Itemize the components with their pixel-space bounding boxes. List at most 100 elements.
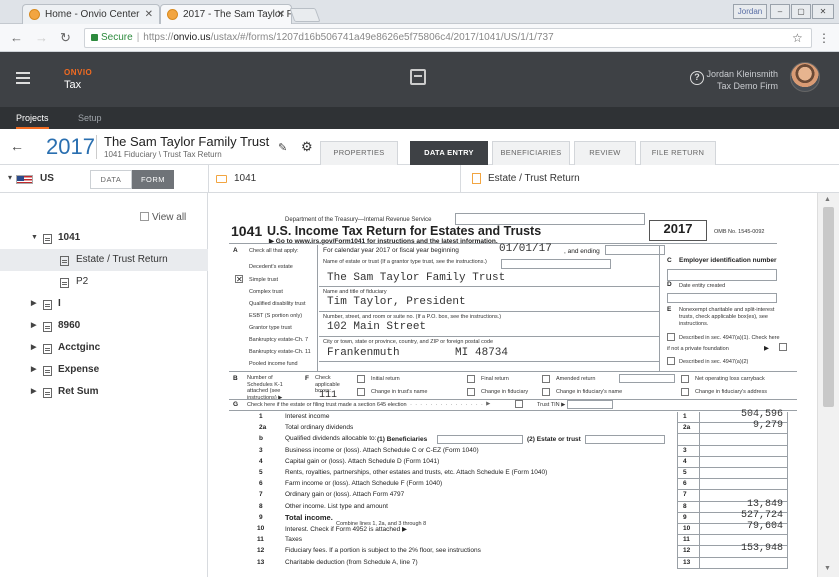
minimize-icon[interactable]: ‒ [770,4,790,19]
chevron-down-icon[interactable]: ▼ [31,227,38,249]
tree-item-i[interactable]: ▶ I [0,293,208,315]
g-label: Check here if the estate or filing trust… [247,402,407,408]
amended-return-checkbox[interactable] [542,375,550,383]
browser-menu-icon[interactable]: ⋮ [818,29,830,47]
section-645-checkbox[interactable] [515,400,523,408]
zip[interactable]: 48734 [475,347,508,359]
form-1041-view: Department of the Treasury—Internal Reve… [209,193,817,577]
nol-carryback-checkbox[interactable] [681,375,689,383]
line-amount-input[interactable]: 153,948 [703,543,783,554]
view-all-checkbox[interactable]: View all [140,212,186,223]
line-number: b [259,435,263,443]
trust-tin-input[interactable] [567,400,613,409]
scroll-thumb[interactable] [823,207,834,407]
fiduciary-name[interactable]: Tim Taylor, President [327,296,466,308]
chevron-right-icon[interactable]: ▶ [31,315,36,337]
line-amount-input[interactable]: 9,279 [703,420,783,431]
form-mode-button[interactable]: FORM [132,170,174,189]
initial-return-checkbox[interactable] [357,375,365,383]
back-arrow-icon[interactable]: ← [10,138,24,154]
tab-properties[interactable]: PROPERTIES [320,141,398,165]
line-number: 7 [259,491,263,499]
reload-icon[interactable]: ↻ [60,29,71,47]
help-icon[interactable]: ? [690,71,704,85]
change-fiduciary-checkbox[interactable] [467,388,475,396]
date-created-input[interactable] [667,293,777,303]
trust-name[interactable]: The Sam Taylor Family Trust [327,272,505,284]
data-mode-button[interactable]: DATA [90,170,132,189]
state[interactable]: MI [455,347,468,359]
2b-estate-input[interactable] [585,435,665,444]
url-input[interactable]: Secure | https://onvio.us/ustax/#/forms/12… [84,28,812,48]
street-address[interactable]: 102 Main Street [327,321,426,333]
forward-arrow-icon[interactable]: → [35,29,48,47]
folder-name[interactable]: 1041 [234,173,256,184]
maximize-icon[interactable]: ▢ [791,4,811,19]
avatar[interactable] [790,62,820,92]
final-return-checkbox[interactable] [467,375,475,383]
tree-item-8960[interactable]: ▶ 8960 [0,315,208,337]
nav-setup[interactable]: Setup [78,107,102,129]
tree-item-expense[interactable]: ▶ Expense [0,359,208,381]
tree-item-1041[interactable]: ▼ 1041 [0,227,208,249]
ein-input[interactable] [667,269,777,281]
tree-item-p2[interactable]: P2 [0,271,208,293]
document-name[interactable]: Estate / Trust Return [488,173,580,184]
change-fiduciary-name-checkbox[interactable] [542,388,550,396]
begin-date[interactable]: 01/01/17 [499,243,552,255]
2b-beneficiaries-input[interactable] [437,435,523,444]
tree-item-estate-trust-return[interactable]: Estate / Trust Return [0,249,208,271]
chevron-right-icon[interactable]: ▶ [31,337,36,359]
line-amount-input[interactable]: 79,604 [703,521,783,532]
simple-trust-checkbox[interactable]: ✕ [235,275,243,284]
change-fiduciary-address-checkbox[interactable] [681,388,689,396]
line-amount-input[interactable]: 527,724 [703,510,783,521]
tax-year[interactable]: 2017 [46,135,95,159]
hamburger-menu-icon[interactable] [16,72,30,84]
app-header: ONVIO Tax ? Jordan Kleinsmith Tax Demo F… [0,52,839,107]
bookmark-star-icon[interactable]: ☆ [792,29,803,47]
chevron-right-icon[interactable]: ▶ [31,293,36,315]
form-scrollbar[interactable]: ▲ ▼ [817,193,839,577]
window-user-badge[interactable]: Jordan [733,4,767,19]
line-description: Fiduciary fees. If a portion is subject … [285,547,481,555]
tree-item-acctginc[interactable]: ▶ Acctginc [0,337,208,359]
calendar-year-label: For calendar year 2017 or fiscal year be… [323,247,459,254]
edit-icon[interactable]: ✎ [278,141,287,154]
tab-beneficiaries[interactable]: BENEFICIARIES [492,141,570,165]
name-extra-input[interactable] [501,259,611,269]
e2-checkbox[interactable] [779,343,787,351]
tab-review[interactable]: REVIEW [574,141,636,165]
close-tab-icon[interactable]: ✕ [145,5,153,24]
document-icon [472,173,481,184]
user-info[interactable]: Jordan Kleinsmith Tax Demo Firm [706,68,778,92]
inbox-icon[interactable] [410,69,426,85]
chevron-down-icon[interactable]: ▾ [8,173,12,182]
line-amount-input[interactable]: 504,596 [703,409,783,420]
scroll-down-icon[interactable]: ▼ [824,565,831,572]
line-amount-input[interactable]: 13,849 [703,499,783,510]
e1-checkbox[interactable] [667,333,675,341]
nav-projects[interactable]: Projects [16,107,49,129]
city[interactable]: Frankenmuth [327,347,400,359]
close-tab-icon[interactable]: ✕ [277,5,285,24]
tree-item-ret-sum[interactable]: ▶ Ret Sum [0,381,208,403]
tab-data-entry[interactable]: DATA ENTRY [410,141,488,165]
browser-tab-return[interactable]: 2017 - The Sam Taylor F... ✕ [160,4,292,24]
ending-date-input[interactable] [605,245,665,255]
back-arrow-icon[interactable]: ← [10,29,23,47]
line-description: Interest income [285,413,330,420]
change-trust-name-checkbox[interactable] [357,388,365,396]
new-tab-button[interactable] [289,8,321,22]
screen: Home - Onvio Center ✕ 2017 - The Sam Tay… [0,0,839,577]
jurisdiction-label[interactable]: US [40,173,54,184]
tab-file-return[interactable]: FILE RETURN [640,141,716,165]
amended-input[interactable] [619,374,675,383]
chevron-right-icon[interactable]: ▶ [31,381,36,403]
scroll-up-icon[interactable]: ▲ [824,196,831,203]
gear-icon[interactable]: ⚙ [301,139,313,155]
chevron-right-icon[interactable]: ▶ [31,359,36,381]
e3-checkbox[interactable] [667,357,675,365]
browser-tab-home[interactable]: Home - Onvio Center ✕ [22,4,160,24]
close-window-icon[interactable]: ✕ [812,4,834,19]
